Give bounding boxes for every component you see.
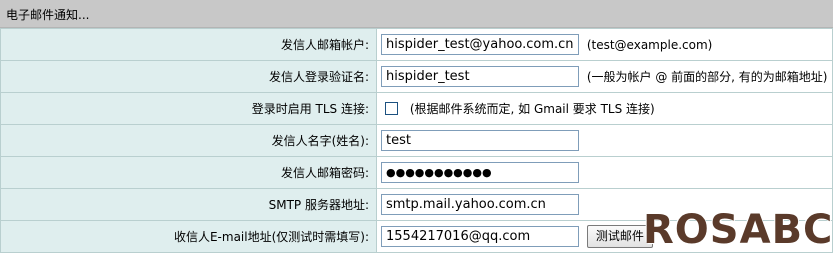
tls-hint: (根据邮件系统而定, 如 Gmail 要求 TLS 连接)	[409, 102, 655, 116]
recipient-input[interactable]: 1554217016@qq.com	[381, 226, 579, 247]
smtp-server-label: SMTP 服务器地址:	[0, 188, 377, 221]
login-name-label: 发信人登录验证名:	[0, 60, 377, 93]
recipient-label: 收信人E-mail地址(仅测试时需填写):	[0, 220, 377, 253]
sender-account-hint: (test@example.com)	[586, 37, 713, 52]
sender-name-input[interactable]: test	[381, 130, 579, 151]
watermark: ROSABC	[643, 207, 833, 253]
section-title[interactable]: 电子邮件通知...	[6, 8, 89, 22]
row-password: 发信人邮箱密码: ●●●●●●●●●●●	[0, 156, 833, 189]
password-label: 发信人邮箱密码:	[0, 156, 377, 189]
row-sender-name: 发信人名字(姓名): test	[0, 124, 833, 157]
sender-account-label: 发信人邮箱帐户:	[0, 28, 377, 61]
login-name-hint: (一般为帐户 @ 前面的部分, 有的为邮箱地址)	[586, 70, 828, 84]
sender-name-label: 发信人名字(姓名):	[0, 124, 377, 157]
password-input[interactable]: ●●●●●●●●●●●	[381, 162, 579, 183]
tls-label: 登录时启用 TLS 连接:	[0, 92, 377, 125]
section-header: 电子邮件通知...	[0, 0, 833, 28]
login-name-input[interactable]: hispider_test	[381, 66, 579, 87]
row-sender-account: 发信人邮箱帐户: hispider_test@yahoo.com.cn (tes…	[0, 28, 833, 61]
row-login-name: 发信人登录验证名: hispider_test (一般为帐户 @ 前面的部分, …	[0, 60, 833, 93]
smtp-server-input[interactable]: smtp.mail.yahoo.com.cn	[381, 194, 579, 215]
row-tls: 登录时启用 TLS 连接: (根据邮件系统而定, 如 Gmail 要求 TLS …	[0, 92, 833, 125]
tls-checkbox[interactable]	[385, 102, 398, 115]
sender-account-input[interactable]: hispider_test@yahoo.com.cn	[381, 34, 579, 55]
